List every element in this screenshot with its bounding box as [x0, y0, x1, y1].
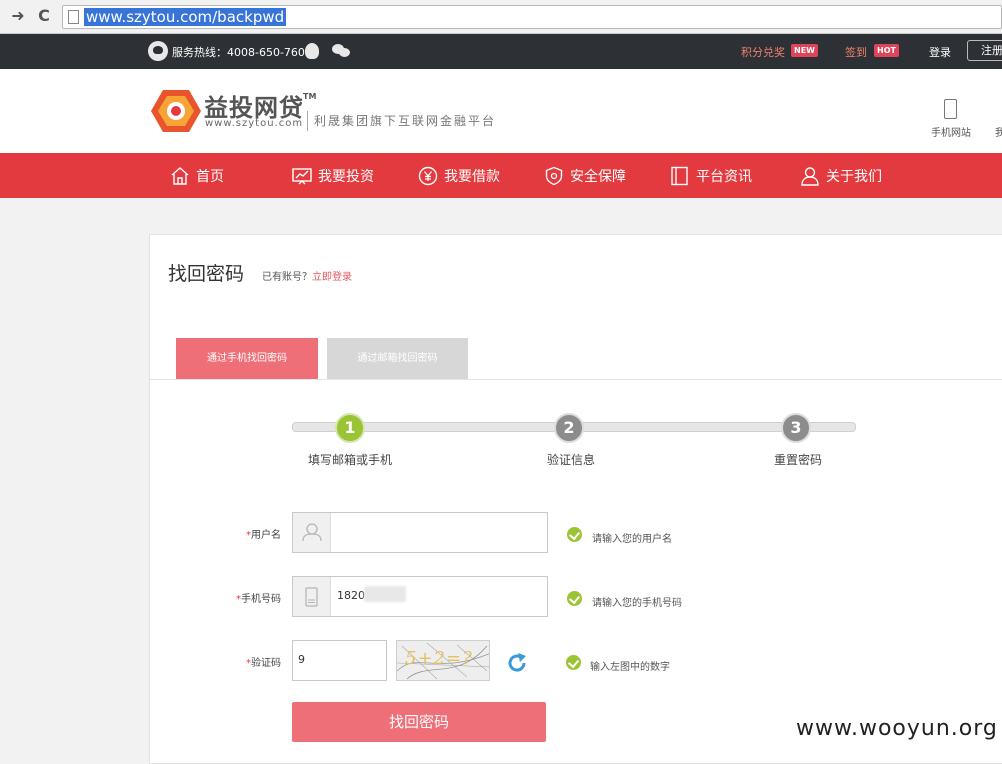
- tab-phone-recovery[interactable]: 通过手机找回密码: [176, 338, 318, 379]
- nav-item-home[interactable]: 首页: [170, 153, 224, 198]
- captcha-image[interactable]: 5+2=?: [396, 640, 490, 681]
- nav-label: 我要借款: [444, 168, 500, 185]
- step-2-label: 验证信息: [547, 453, 596, 467]
- logo-slogan: 利晟集团旗下互联网金融平台: [314, 114, 497, 128]
- new-badge: NEW: [791, 44, 818, 57]
- captcha-label: *验证码: [246, 658, 281, 669]
- logo-trademark: TM: [303, 92, 317, 101]
- reload-icon[interactable]: C: [34, 6, 54, 26]
- logo-icon[interactable]: [151, 88, 201, 134]
- check-icon: [567, 591, 582, 606]
- login-prompt: 已有账号？立即登录: [262, 268, 352, 283]
- phone-hint: 请输入您的手机号码: [592, 598, 682, 609]
- points-exchange-link[interactable]: 积分兑奖: [741, 44, 785, 60]
- header-link-cut[interactable]: 我: [995, 124, 1002, 139]
- nav-item-about[interactable]: 关于我们: [800, 153, 882, 198]
- username-label: *用户名: [246, 530, 281, 541]
- nav-label: 平台资讯: [696, 168, 752, 185]
- phone-label: *手机号码: [236, 594, 281, 605]
- logo-divider: [307, 111, 308, 131]
- username-field[interactable]: [292, 512, 548, 553]
- nav-label: 我要投资: [318, 168, 374, 185]
- site-header: 益投网贷 TM www.szytou.com 利晟集团旗下互联网金融平台 手机网…: [0, 69, 1002, 153]
- top-utility-bar: 服务热线：4008-650-760 积分兑奖 NEW 签到 HOT 登录 注册: [0, 34, 1002, 69]
- step-2-indicator: 2: [554, 413, 584, 443]
- browser-toolbar: ➜ C www.szytou.com/backpwd: [0, 0, 1002, 34]
- nav-label: 首页: [196, 168, 224, 185]
- captcha-hint: 输入左图中的数字: [590, 662, 670, 673]
- nav-label: 关于我们: [826, 168, 882, 185]
- customer-service-icon: [148, 41, 168, 61]
- has-account-text: 已有账号？: [262, 272, 312, 283]
- home-icon: [170, 166, 190, 186]
- login-link[interactable]: 登录: [929, 44, 951, 60]
- page-icon: [68, 10, 79, 24]
- step-1-indicator: 1: [335, 413, 365, 443]
- step-3-label: 重置密码: [774, 453, 823, 467]
- user-icon: [293, 513, 331, 552]
- check-icon: [567, 527, 582, 542]
- phone-field[interactable]: 1820: [292, 576, 548, 617]
- captcha-value: 9: [298, 653, 305, 666]
- tab-divider: [150, 379, 1002, 380]
- logo-url: www.szytou.com: [205, 118, 304, 129]
- document-icon: [670, 166, 690, 186]
- captcha-field[interactable]: 9: [292, 640, 387, 681]
- step-3-indicator: 3: [781, 413, 811, 443]
- step-1-label: 填写邮箱或手机: [308, 453, 393, 467]
- hot-badge: HOT: [874, 44, 899, 57]
- chart-icon: [292, 166, 312, 186]
- recover-password-button[interactable]: 找回密码: [292, 702, 546, 742]
- recover-password-panel: [149, 234, 1002, 764]
- tab-email-recovery[interactable]: 通过邮箱找回密码: [327, 338, 468, 379]
- qq-icon[interactable]: [305, 43, 319, 59]
- captcha-text: 5+2=?: [405, 648, 473, 669]
- nav-item-security[interactable]: 安全保障: [544, 153, 626, 198]
- nav-item-news[interactable]: 平台资讯: [670, 153, 752, 198]
- shield-icon: [544, 166, 564, 186]
- username-hint: 请输入您的用户名: [592, 534, 672, 545]
- page-title: 找回密码: [168, 263, 245, 285]
- user-icon: [800, 166, 820, 186]
- main-nav: 首页 我要投资 我要借款 安全保障 平台资讯 关于我们: [0, 153, 1002, 198]
- service-hotline: 服务热线：4008-650-760: [172, 46, 305, 59]
- refresh-icon[interactable]: [506, 652, 528, 674]
- nav-item-borrow[interactable]: 我要借款: [418, 153, 500, 198]
- nav-label: 安全保障: [570, 168, 626, 185]
- mobile-phone-icon[interactable]: [944, 99, 957, 119]
- watermark-text: www.wooyun.org: [796, 716, 998, 741]
- url-text[interactable]: www.szytou.com/backpwd: [84, 8, 287, 26]
- phone-icon: [293, 577, 331, 616]
- mobile-site-link[interactable]: 手机网站: [931, 124, 971, 139]
- wechat-icon[interactable]: [332, 44, 350, 58]
- redacted-area: [364, 586, 406, 602]
- register-button[interactable]: 注册: [967, 40, 1002, 61]
- check-icon: [566, 655, 581, 670]
- phone-value: 1820: [337, 589, 365, 602]
- yen-icon: [418, 166, 438, 186]
- address-bar[interactable]: www.szytou.com/backpwd: [62, 5, 1002, 29]
- signin-link[interactable]: 签到: [845, 44, 867, 60]
- back-arrow-icon[interactable]: ➜: [8, 6, 28, 26]
- login-now-link[interactable]: 立即登录: [312, 272, 352, 283]
- nav-item-invest[interactable]: 我要投资: [292, 153, 374, 198]
